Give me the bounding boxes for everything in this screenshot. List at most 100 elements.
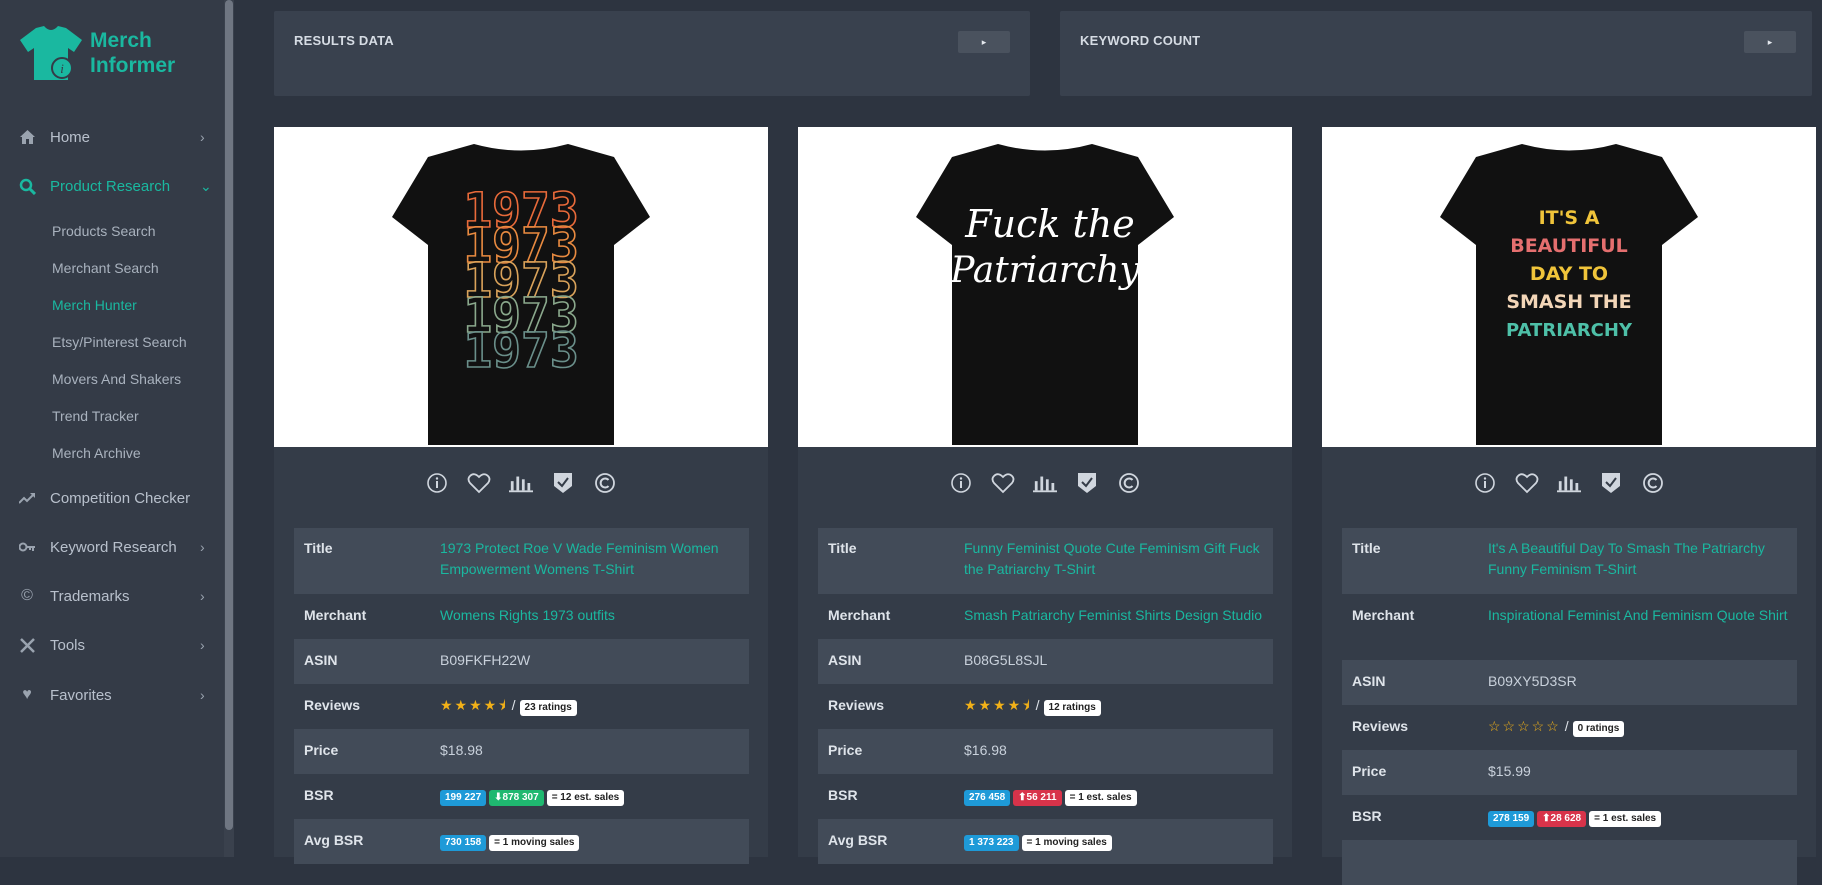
bsr-badge: 199 227: [440, 790, 487, 806]
heart-icon[interactable]: [1515, 471, 1539, 495]
product-image[interactable]: IT'S A BEAUTIFUL DAY TO SMASH THE PATRIA…: [1322, 127, 1816, 447]
sidebar-item-competition-checker[interactable]: Competition Checker: [0, 481, 224, 515]
sidebar-item-tools[interactable]: Tools ›: [0, 628, 224, 662]
subnav-trend-tracker[interactable]: Trend Tracker: [52, 408, 139, 424]
bsr-change-badge: ⬇878 307: [489, 790, 544, 806]
sidebar-item-favorites[interactable]: ♥ Favorites ›: [0, 678, 224, 712]
merchant-row: Merchant Inspirational Feminist And Femi…: [1342, 594, 1797, 660]
bar-chart-icon[interactable]: [1033, 471, 1057, 495]
product-title-link[interactable]: It's A Beautiful Day To Smash The Patria…: [1488, 538, 1788, 580]
bsr-row: BSR 278 159 ⬆28 628 = 1 est. sales: [1342, 795, 1797, 840]
merchant-label: Merchant: [1352, 607, 1415, 623]
sidebar-item-label: Tools: [50, 636, 86, 654]
merchant-row: Merchant Smash Patriarchy Feminist Shirt…: [818, 594, 1273, 639]
subnav-merchant-search[interactable]: Merchant Search: [52, 260, 159, 276]
title-row: Title It's A Beautiful Day To Smash The …: [1342, 528, 1797, 594]
product-card: IT'S A BEAUTIFUL DAY TO SMASH THE PATRIA…: [1322, 127, 1816, 885]
sidebar-item-label: Home: [50, 128, 91, 146]
asin-row: ASIN B08G5L8SJL: [818, 639, 1273, 684]
sidebar-scrollbar[interactable]: [224, 0, 234, 857]
merchant-row: Merchant Womens Rights 1973 outfits: [294, 594, 749, 639]
sidebar-item-trademarks[interactable]: © Trademarks ›: [0, 579, 224, 613]
svg-text:i: i: [60, 61, 64, 76]
chevron-right-icon: ›: [200, 687, 205, 703]
product-image[interactable]: Fuck the Patriarchy: [798, 127, 1292, 447]
rating-stars: ★★★★⯨: [964, 697, 1032, 713]
sidebar-item-label: Keyword Research: [50, 538, 177, 556]
sidebar-item-label: Favorites: [50, 686, 112, 704]
bar-chart-icon[interactable]: [1557, 471, 1581, 495]
merchant-link[interactable]: Womens Rights 1973 outfits: [440, 605, 740, 626]
bar-chart-icon[interactable]: [509, 471, 533, 495]
product-title-link[interactable]: 1973 Protect Roe V Wade Feminism Women E…: [440, 538, 740, 580]
asin-label: ASIN: [304, 652, 338, 668]
scrollbar-thumb[interactable]: [225, 0, 233, 830]
design-text: IT'S A: [1539, 207, 1600, 229]
avg-bsr-row: Avg BSR 730 158 = 1 moving sales: [294, 819, 749, 864]
info-icon[interactable]: [1473, 471, 1497, 495]
avg-bsr-row: Avg BSR 1 373 223 = 1 moving sales: [818, 819, 1273, 864]
bsr-change-badge: ⬆56 211: [1013, 790, 1062, 806]
heart-icon[interactable]: [467, 471, 491, 495]
brand-line2: Informer: [90, 54, 176, 77]
product-actions: [798, 471, 1292, 495]
info-icon[interactable]: [425, 471, 449, 495]
merchant-label: Merchant: [828, 607, 891, 623]
sidebar-item-home[interactable]: Home ›: [0, 120, 224, 154]
tshirt-shape: [916, 144, 1174, 445]
design-text: 1973: [463, 323, 579, 379]
subnav-etsy-pinterest-search[interactable]: Etsy/Pinterest Search: [52, 334, 187, 350]
copyright-icon[interactable]: [1117, 471, 1141, 495]
copyright-icon[interactable]: [593, 471, 617, 495]
rating-separator: /: [1035, 697, 1040, 713]
merchant-link[interactable]: Smash Patriarchy Feminist Shirts Design …: [964, 605, 1264, 626]
asin-label: ASIN: [828, 652, 862, 668]
price-row: Price $16.98: [818, 729, 1273, 774]
shield-check-icon[interactable]: [1599, 471, 1623, 495]
bsr-label: BSR: [304, 787, 334, 803]
sidebar-item-keyword-research[interactable]: Keyword Research ›: [0, 530, 224, 564]
merch-informer-logo[interactable]: i Merch Informer: [18, 24, 175, 82]
results-data-toggle-button[interactable]: ▸: [958, 31, 1010, 53]
chevron-right-icon: ›: [200, 588, 205, 604]
price-value: $18.98: [440, 742, 483, 758]
moving-sales-badge: = 1 moving sales: [489, 835, 580, 851]
subnav-movers-and-shakers[interactable]: Movers And Shakers: [52, 371, 181, 387]
avg-bsr-label: Avg BSR: [304, 832, 364, 848]
merchant-link[interactable]: Inspirational Feminist And Feminism Quot…: [1488, 605, 1788, 626]
ratings-count-badge: 12 ratings: [1043, 700, 1101, 716]
tools-icon: [18, 636, 36, 654]
subnav-merch-archive[interactable]: Merch Archive: [52, 445, 141, 461]
subnav-products-search[interactable]: Products Search: [52, 223, 156, 239]
reviews-row: Reviews ★★★★⯨/23 ratings: [294, 684, 749, 729]
sidebar-item-product-research[interactable]: Product Research ⌄: [0, 169, 224, 203]
info-icon[interactable]: [949, 471, 973, 495]
rating-stars: ☆☆☆☆☆: [1488, 718, 1561, 734]
product-image[interactable]: 1973 1973 1973 1973 1973: [274, 127, 768, 447]
ratings-count-badge: 0 ratings: [1572, 721, 1625, 737]
design-text: SMASH THE: [1506, 291, 1631, 313]
keyword-count-toggle-button[interactable]: ▸: [1744, 31, 1796, 53]
title-label: Title: [304, 540, 333, 556]
price-value: $16.98: [964, 742, 1007, 758]
rating-stars: ★★★★⯨: [440, 697, 508, 713]
shield-check-icon[interactable]: [1075, 471, 1099, 495]
results-data-panel: RESULTS DATA ▸: [274, 11, 1030, 96]
search-icon: [18, 177, 36, 195]
price-value: $15.99: [1488, 763, 1531, 779]
subnav-merch-hunter[interactable]: Merch Hunter: [52, 297, 137, 313]
shield-check-icon[interactable]: [551, 471, 575, 495]
reviews-value: ★★★★⯨/23 ratings: [440, 695, 740, 716]
reviews-row: Reviews ☆☆☆☆☆/0 ratings: [1342, 705, 1797, 750]
heart-icon[interactable]: [991, 471, 1015, 495]
copyright-icon[interactable]: [1641, 471, 1665, 495]
bsr-row: BSR 276 458 ⬆56 211 = 1 est. sales: [818, 774, 1273, 819]
reviews-value: ☆☆☆☆☆/0 ratings: [1488, 716, 1788, 737]
price-label: Price: [1352, 763, 1387, 779]
price-label: Price: [304, 742, 339, 758]
product-title-link[interactable]: Funny Feminist Quote Cute Feminism Gift …: [964, 538, 1264, 580]
reviews-label: Reviews: [1352, 718, 1409, 734]
product-actions: [274, 471, 768, 495]
moving-sales-badge: = 1 moving sales: [1021, 835, 1112, 851]
merchant-label: Merchant: [304, 607, 367, 623]
